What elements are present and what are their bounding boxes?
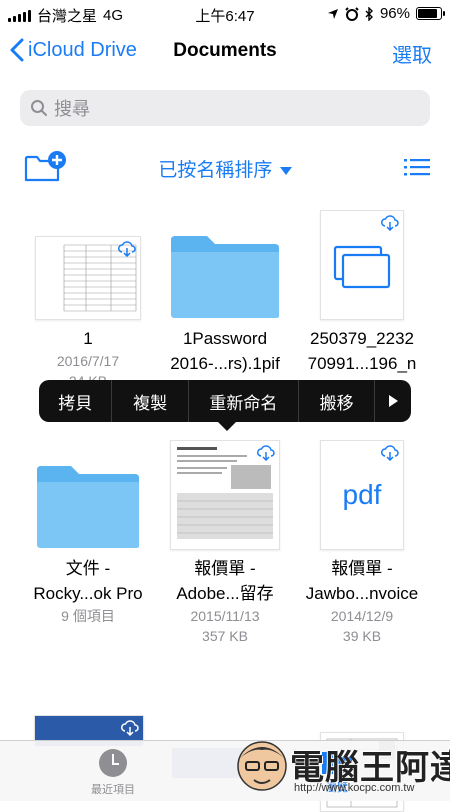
file-name-line2: Rocky...ok Pro (33, 584, 143, 603)
folder-item-1password[interactable]: 1Password 2016-...rs).1pif (160, 205, 290, 376)
search-placeholder: 搜尋 (54, 99, 90, 119)
bluetooth-icon (365, 6, 373, 21)
document-thumbnail (320, 210, 404, 320)
folder-item-count: 9 個項目 (61, 608, 115, 624)
cloud-download-icon[interactable] (121, 720, 139, 736)
file-name-line1: 報價單 - (331, 559, 393, 578)
tab-recent[interactable]: 最近項目 (48, 748, 178, 797)
copy-option[interactable]: 拷貝 (39, 380, 113, 422)
folder-icon (171, 236, 279, 318)
file-date: 2016/7/17 (56, 353, 120, 369)
tab-label: 最近項目 (91, 784, 135, 796)
watermark: 電腦王阿達 http://www.kocpc.com.tw (232, 736, 450, 800)
file-name-line2: 2016-...rs).1pif (170, 354, 280, 373)
list-view-icon[interactable] (404, 157, 430, 177)
spreadsheet-thumbnail (35, 236, 141, 320)
location-icon (327, 8, 338, 19)
triangle-down-icon (279, 166, 292, 175)
file-date: 2014/12/9 (330, 608, 394, 624)
cloud-download-icon[interactable] (257, 445, 275, 461)
file-name-line2: 70991...196_n (307, 354, 417, 373)
file-name-line1: 報價單 - (194, 559, 256, 578)
search-input[interactable]: 搜尋 (20, 90, 430, 126)
page-title: Documents (173, 40, 277, 61)
file-size: 357 KB (202, 628, 248, 644)
cloud-download-icon[interactable] (118, 241, 136, 257)
sort-button[interactable]: 已按名稱排序 (0, 155, 450, 182)
file-name-line2: Adobe...留存 (176, 584, 274, 603)
popover-arrow (216, 420, 238, 431)
file-item-250379[interactable]: 250379_2232 70991...196_n (297, 205, 427, 376)
file-size: 39 KB (342, 628, 382, 644)
watermark-url: http://www.kocpc.com.tw (294, 782, 415, 794)
cloud-download-icon[interactable] (381, 215, 399, 231)
file-name-line2: Jawbo...nvoice (305, 584, 419, 603)
rename-option[interactable]: 重新命名 (189, 380, 299, 422)
folder-item-documents[interactable]: 文件 - Rocky...ok Pro 9 個項目 (23, 435, 153, 626)
alarm-icon (345, 6, 359, 21)
file-name-line1: 250379_2232 (309, 329, 414, 348)
file-name-line1: 文件 - (65, 559, 111, 578)
file-item-1[interactable]: 1 2016/7/17 24 KB (23, 205, 153, 391)
folder-icon (37, 466, 139, 548)
file-item-quote-adobe[interactable]: 報價單 - Adobe...留存 2015/11/13 357 KB (160, 435, 290, 646)
more-options-button[interactable] (375, 380, 411, 422)
battery-percent: 96% (379, 5, 410, 22)
status-right: 96% (327, 5, 445, 22)
file-name: 1 (83, 329, 93, 348)
move-option[interactable]: 搬移 (299, 380, 376, 422)
sort-label: 已按名稱排序 (158, 160, 273, 181)
search-icon (31, 100, 47, 116)
file-date: 2015/11/13 (190, 608, 260, 624)
quote-thumbnail (170, 440, 280, 550)
mascot-logo (237, 741, 287, 791)
edit-menu-popover: 拷貝 複製 重新命名 搬移 (39, 380, 411, 422)
cloud-download-icon[interactable] (381, 445, 399, 461)
battery-icon (416, 7, 445, 20)
pdf-thumbnail: pdf (320, 440, 404, 550)
file-item-quote-jawbone[interactable]: pdf 報價單 - Jawbo...nvoice 2014/12/9 39 KB (297, 435, 427, 646)
select-button[interactable]: 選取 (392, 39, 432, 68)
status-bar: 台灣之星 4G 上午6:47 96% (0, 0, 450, 28)
pdf-label: pdf (342, 479, 382, 510)
file-name-line1: 1Password (182, 329, 268, 348)
duplicate-option[interactable]: 複製 (112, 380, 189, 422)
clock-icon (99, 749, 127, 777)
triangle-right-icon (388, 395, 398, 407)
